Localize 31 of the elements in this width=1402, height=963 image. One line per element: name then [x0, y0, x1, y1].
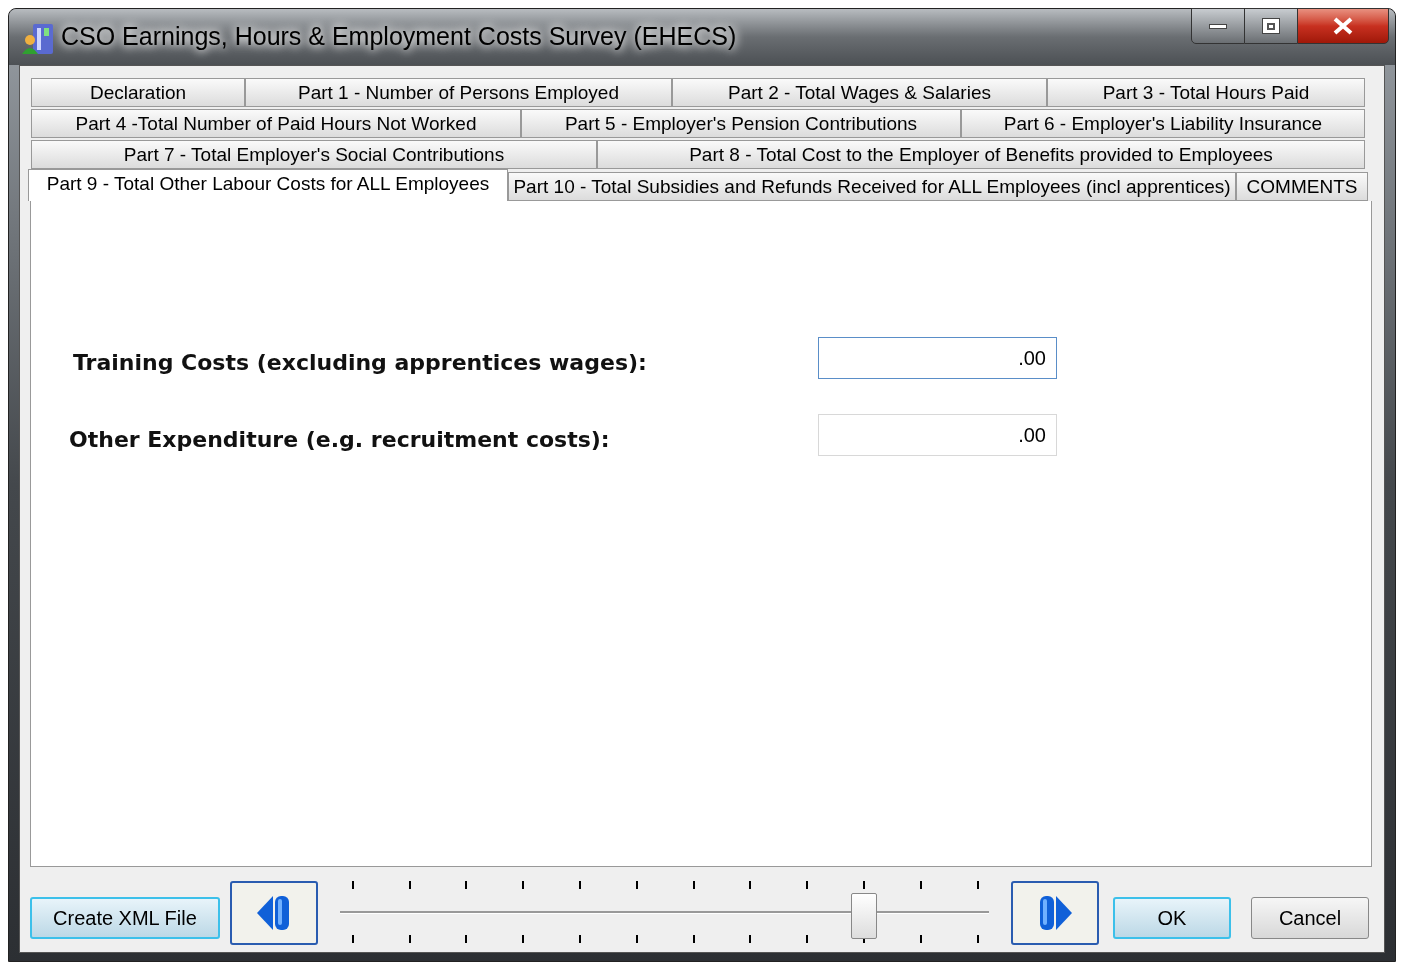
tab[interactable]: Part 4 -Total Number of Paid Hours Not Worked — [31, 109, 521, 138]
close-button[interactable] — [1297, 8, 1389, 44]
tab[interactable]: COMMENTS — [1236, 172, 1368, 201]
tab[interactable]: Part 1 - Number of Persons Employed — [245, 78, 672, 107]
amount-field[interactable]: .00 — [818, 337, 1057, 379]
slider-thumb[interactable] — [851, 893, 877, 939]
tab[interactable]: Part 9 - Total Other Labour Costs for ALL Employees — [28, 169, 508, 201]
maximize-button[interactable] — [1245, 8, 1297, 44]
maximize-icon — [1262, 18, 1280, 34]
field-label: Training Costs (excluding apprentices wages): — [72, 348, 648, 377]
dialog-button[interactable]: Cancel — [1251, 897, 1369, 939]
tab[interactable]: Part 8 - Total Cost to the Employer of Benefits provided to Employees — [597, 140, 1365, 169]
tab[interactable]: Part 10 - Total Subsidies and Refunds Received for ALL Employees (incl apprentices) — [508, 172, 1236, 201]
tab[interactable]: Part 7 - Total Employer's Social Contributions — [31, 140, 597, 169]
tab[interactable]: Part 3 - Total Hours Paid — [1047, 78, 1365, 107]
tab[interactable]: Part 5 - Employer's Pension Contributions — [521, 109, 961, 138]
window-title: CSO Earnings, Hours & Employment Costs Survey (EHECS) — [61, 21, 737, 53]
slider[interactable] — [339, 881, 990, 945]
previous-button[interactable] — [229, 881, 318, 945]
amount-field[interactable]: .00 — [818, 414, 1057, 456]
dialog-button[interactable]: OK — [1113, 897, 1231, 939]
close-icon — [1332, 17, 1354, 35]
tab[interactable]: Part 6 - Employer's Liability Insurance — [961, 109, 1365, 138]
tab[interactable]: Declaration — [31, 78, 245, 107]
minimize-button[interactable] — [1191, 8, 1245, 44]
next-button[interactable] — [1011, 881, 1099, 945]
field-label: Other Expenditure (e.g. recruitment costs): — [68, 425, 611, 454]
minimize-icon — [1209, 23, 1227, 29]
tab[interactable]: Part 2 - Total Wages & Salaries — [672, 78, 1047, 107]
create-xml-button[interactable]: Create XML File — [30, 897, 220, 939]
app-icon — [21, 22, 55, 56]
